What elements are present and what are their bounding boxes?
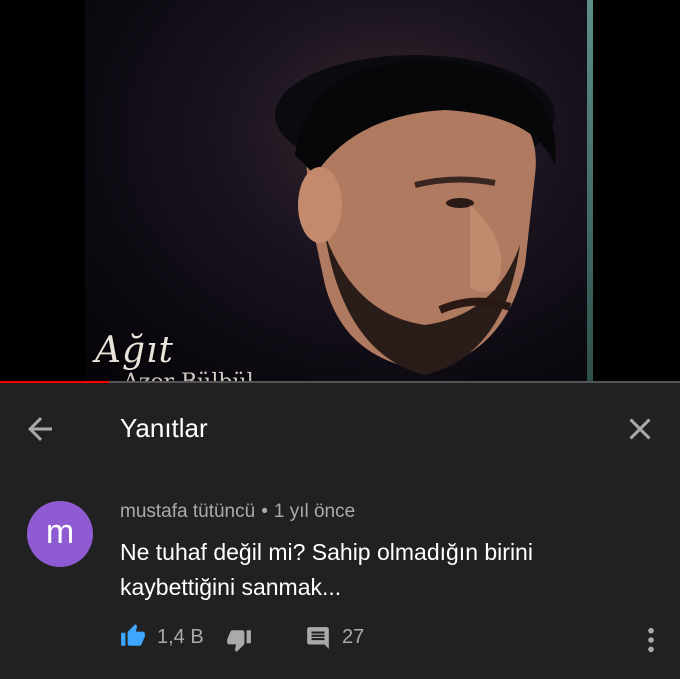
- video-player[interactable]: Ağıt Azer Bülbül: [0, 0, 680, 383]
- page-title: Yanıtlar: [120, 413, 208, 443]
- arrow-left-icon[interactable]: [22, 411, 58, 447]
- album-title: Ağıt: [95, 330, 175, 371]
- comment-meta: mustafa tütüncü • 1 yıl önce: [120, 501, 355, 523]
- avatar[interactable]: m: [27, 501, 93, 567]
- comment-author[interactable]: mustafa tütüncü: [120, 501, 255, 522]
- comment-item: m mustafa tütüncü • 1 yıl önce Ne tuhaf de…: [0, 473, 680, 679]
- like-count: 1,4 B: [157, 626, 204, 648]
- progress-bar-fill: [0, 381, 109, 383]
- reply-comment-icon[interactable]: [305, 625, 331, 651]
- portrait-image: [275, 55, 556, 375]
- replies-header: Yanıtlar: [0, 385, 680, 474]
- comment-text: Ne tuhaf değil mi? Sahip olmadığın birin…: [120, 539, 533, 600]
- meta-separator: •: [261, 501, 268, 522]
- reply-count: 27: [342, 626, 365, 648]
- more-vert-icon[interactable]: [644, 626, 658, 654]
- close-icon[interactable]: [622, 411, 658, 447]
- thumbs-down-icon[interactable]: [226, 627, 252, 653]
- comment-time: 1 yıl önce: [273, 501, 356, 522]
- comment-actions: 1,4 B 27: [120, 623, 660, 653]
- thumbs-up-icon[interactable]: [120, 623, 146, 649]
- video-thumbnail: Ağıt Azer Bülbül: [85, 0, 593, 383]
- thumbnail-border: [587, 0, 593, 383]
